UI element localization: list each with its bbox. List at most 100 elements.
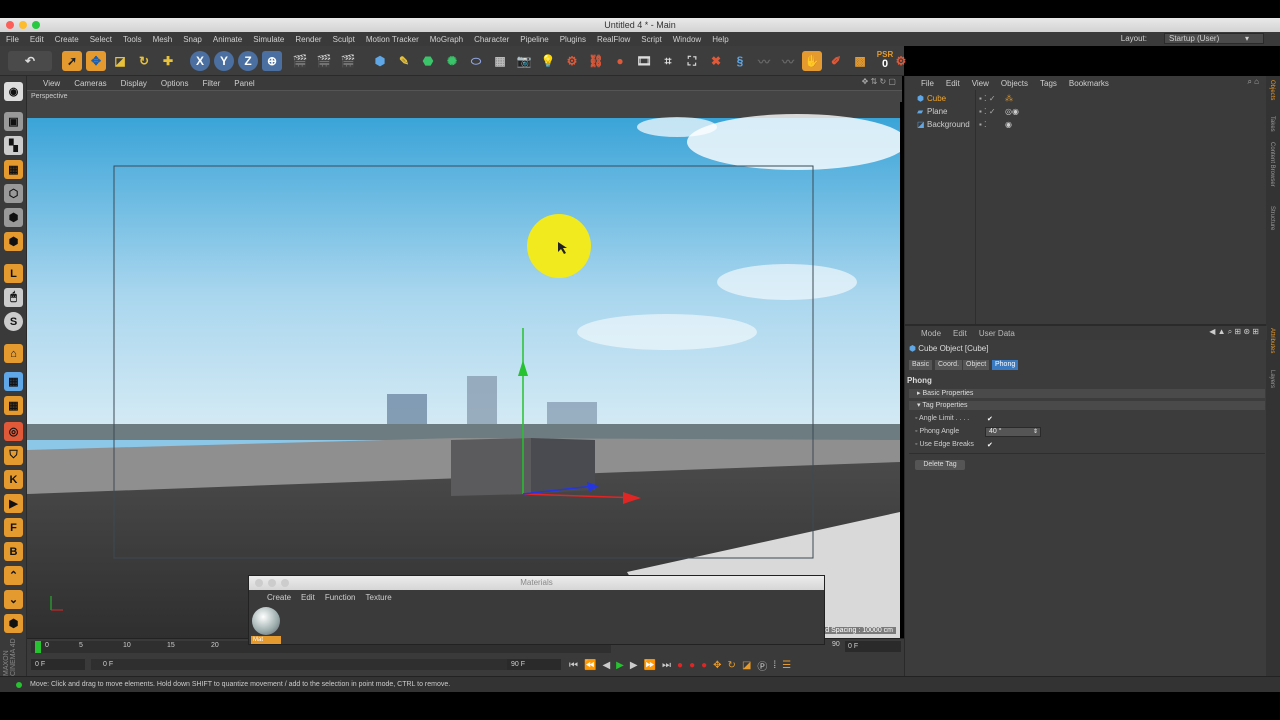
attr-nav-icons[interactable]: ◀ ▲ ⌕ ⊞ ⊛ ⊞: [1209, 327, 1259, 337]
cloner-button[interactable]: ✺: [442, 51, 462, 71]
use-edge-breaks-checkbox[interactable]: ✔: [987, 441, 993, 449]
material-swatch[interactable]: Mat: [251, 606, 281, 644]
workplane-mode-button[interactable]: ▦: [4, 160, 23, 179]
menu-simulate[interactable]: Simulate: [253, 35, 284, 44]
menu-render[interactable]: Render: [295, 35, 321, 44]
phong-angle-input[interactable]: 40 ° ⇕: [985, 427, 1041, 437]
rotation-key-icon[interactable]: ↻: [728, 660, 736, 671]
psr-settings-button[interactable]: ⚙: [896, 51, 907, 71]
attr-menu-edit[interactable]: Edit: [953, 329, 967, 338]
prev-frame-icon[interactable]: ◀: [602, 660, 610, 671]
menu-select[interactable]: Select: [90, 35, 112, 44]
make-editable-button[interactable]: ◉: [4, 82, 23, 101]
workplane-button[interactable]: ▦: [4, 372, 23, 391]
render-settings-button[interactable]: 🎬: [338, 51, 358, 71]
menu-sculpt[interactable]: Sculpt: [333, 35, 355, 44]
undo-button[interactable]: ↶: [8, 51, 52, 71]
menu-snap[interactable]: Snap: [183, 35, 202, 44]
tool-button-5[interactable]: ⌗: [658, 51, 678, 71]
tab-object[interactable]: Object: [963, 360, 990, 370]
tab-objects[interactable]: Objects: [1269, 80, 1275, 100]
zoom-window-button[interactable]: [32, 21, 40, 29]
snap-button[interactable]: ✋: [802, 51, 822, 71]
prev-key-icon[interactable]: ⏪: [584, 660, 596, 671]
visibility-toggle[interactable]: ▪ ⁚ ✓: [979, 106, 996, 118]
play-icon[interactable]: ▶: [616, 660, 624, 671]
menu-help[interactable]: Help: [712, 35, 728, 44]
range-slider[interactable]: 0 F: [91, 659, 551, 670]
menu-file[interactable]: File: [6, 35, 19, 44]
coordinate-system-button[interactable]: ⊕: [262, 51, 282, 71]
render-view-button[interactable]: 🎬: [290, 51, 310, 71]
viewport-menu-options[interactable]: Options: [161, 79, 189, 88]
minimize-window-button[interactable]: [19, 21, 27, 29]
tool-button-10[interactable]: 〰: [778, 51, 798, 71]
tab-attributes[interactable]: Attributes: [1269, 328, 1275, 353]
tool-button-7[interactable]: ✖: [706, 51, 726, 71]
locked-workplane-button[interactable]: ▦: [4, 396, 23, 415]
polygons-mode-button[interactable]: ⬢: [4, 232, 23, 251]
cube-object-button[interactable]: ⬢: [370, 51, 390, 71]
close-window-button[interactable]: [6, 21, 14, 29]
phong-tag-icon[interactable]: ⁂: [1005, 93, 1013, 105]
current-frame-field[interactable]: 0 F: [845, 641, 901, 652]
plugin-button-9[interactable]: ⬢: [4, 614, 23, 633]
pen-tool-button[interactable]: ✎: [394, 51, 414, 71]
plugin-button-8[interactable]: ⌄: [4, 590, 23, 609]
position-key-icon[interactable]: ✥: [713, 660, 721, 671]
texture-mode-button[interactable]: ▚: [4, 136, 23, 155]
timeline-menu-icon[interactable]: ☰: [782, 660, 791, 671]
viewport-nav-icons[interactable]: ✥ ⇅ ↻ ▢: [862, 77, 896, 86]
attr-menu-mode[interactable]: Mode: [921, 329, 941, 338]
floor-button[interactable]: ▦: [490, 51, 510, 71]
tool-button-8[interactable]: §: [730, 51, 750, 71]
playhead[interactable]: [35, 641, 41, 653]
go-to-start-icon[interactable]: ⏮: [569, 660, 578, 671]
objmgr-search-icon[interactable]: ⌕ ⌂: [1247, 77, 1259, 87]
tool-button-3[interactable]: ●: [610, 51, 630, 71]
deformer-button[interactable]: ⬭: [466, 51, 486, 71]
live-selection-button[interactable]: ➚: [62, 51, 82, 71]
layout-select[interactable]: Startup (User) ▾: [1164, 33, 1264, 44]
viewport-menu-filter[interactable]: Filter: [202, 79, 220, 88]
close-window-button[interactable]: [255, 579, 263, 587]
tool-button-4[interactable]: 🎞: [634, 51, 654, 71]
objmgr-menu-objects[interactable]: Objects: [1001, 79, 1028, 88]
move-tool-button[interactable]: ✥: [86, 51, 106, 71]
end-frame-field[interactable]: 90 F: [507, 659, 561, 670]
viewport-menu-display[interactable]: Display: [121, 79, 147, 88]
tab-structure[interactable]: Structure: [1269, 206, 1275, 230]
3d-viewport[interactable]: Grid Spacing : 10000 cm: [27, 102, 900, 638]
delete-tag-button[interactable]: Delete Tag: [915, 460, 965, 470]
objmgr-menu-tags[interactable]: Tags: [1040, 79, 1057, 88]
tool-button-1[interactable]: ⚙: [562, 51, 582, 71]
tool-button-9[interactable]: 〰: [754, 51, 774, 71]
record-key-icon[interactable]: ●: [677, 660, 683, 671]
plugin-button-6[interactable]: B: [4, 542, 23, 561]
x-axis-lock-button[interactable]: X: [190, 51, 210, 71]
materials-menu-function[interactable]: Function: [325, 593, 356, 602]
scale-key-icon[interactable]: ◪: [742, 660, 751, 671]
model-mode-button[interactable]: ▣: [4, 112, 23, 131]
zoom-window-button[interactable]: [281, 579, 289, 587]
menu-animate[interactable]: Animate: [213, 35, 242, 44]
tool-button-6[interactable]: ⛶: [682, 51, 702, 71]
attr-menu-user-data[interactable]: User Data: [979, 329, 1015, 338]
angle-limit-checkbox[interactable]: ✔: [987, 415, 993, 423]
menu-mograph[interactable]: MoGraph: [430, 35, 463, 44]
tool-button-12[interactable]: ▩: [850, 51, 870, 71]
camera-button[interactable]: 📷: [514, 51, 534, 71]
start-frame-field[interactable]: 0 F: [31, 659, 85, 670]
tab-basic[interactable]: Basic: [909, 360, 933, 370]
menu-create[interactable]: Create: [55, 35, 79, 44]
tab-content-browser[interactable]: Content Browser: [1269, 142, 1275, 187]
material-tag-icon[interactable]: ◉: [1005, 119, 1012, 131]
objmgr-menu-bookmarks[interactable]: Bookmarks: [1069, 79, 1109, 88]
objmgr-menu-view[interactable]: View: [972, 79, 989, 88]
edges-mode-button[interactable]: ⬢: [4, 208, 23, 227]
scale-tool-button[interactable]: ◪: [110, 51, 130, 71]
plugin-button-1[interactable]: ◎: [4, 422, 23, 441]
snap-settings-button[interactable]: ⌂: [4, 344, 23, 363]
keyframe-selection-icon[interactable]: ●: [701, 660, 707, 671]
objmgr-menu-edit[interactable]: Edit: [946, 79, 960, 88]
